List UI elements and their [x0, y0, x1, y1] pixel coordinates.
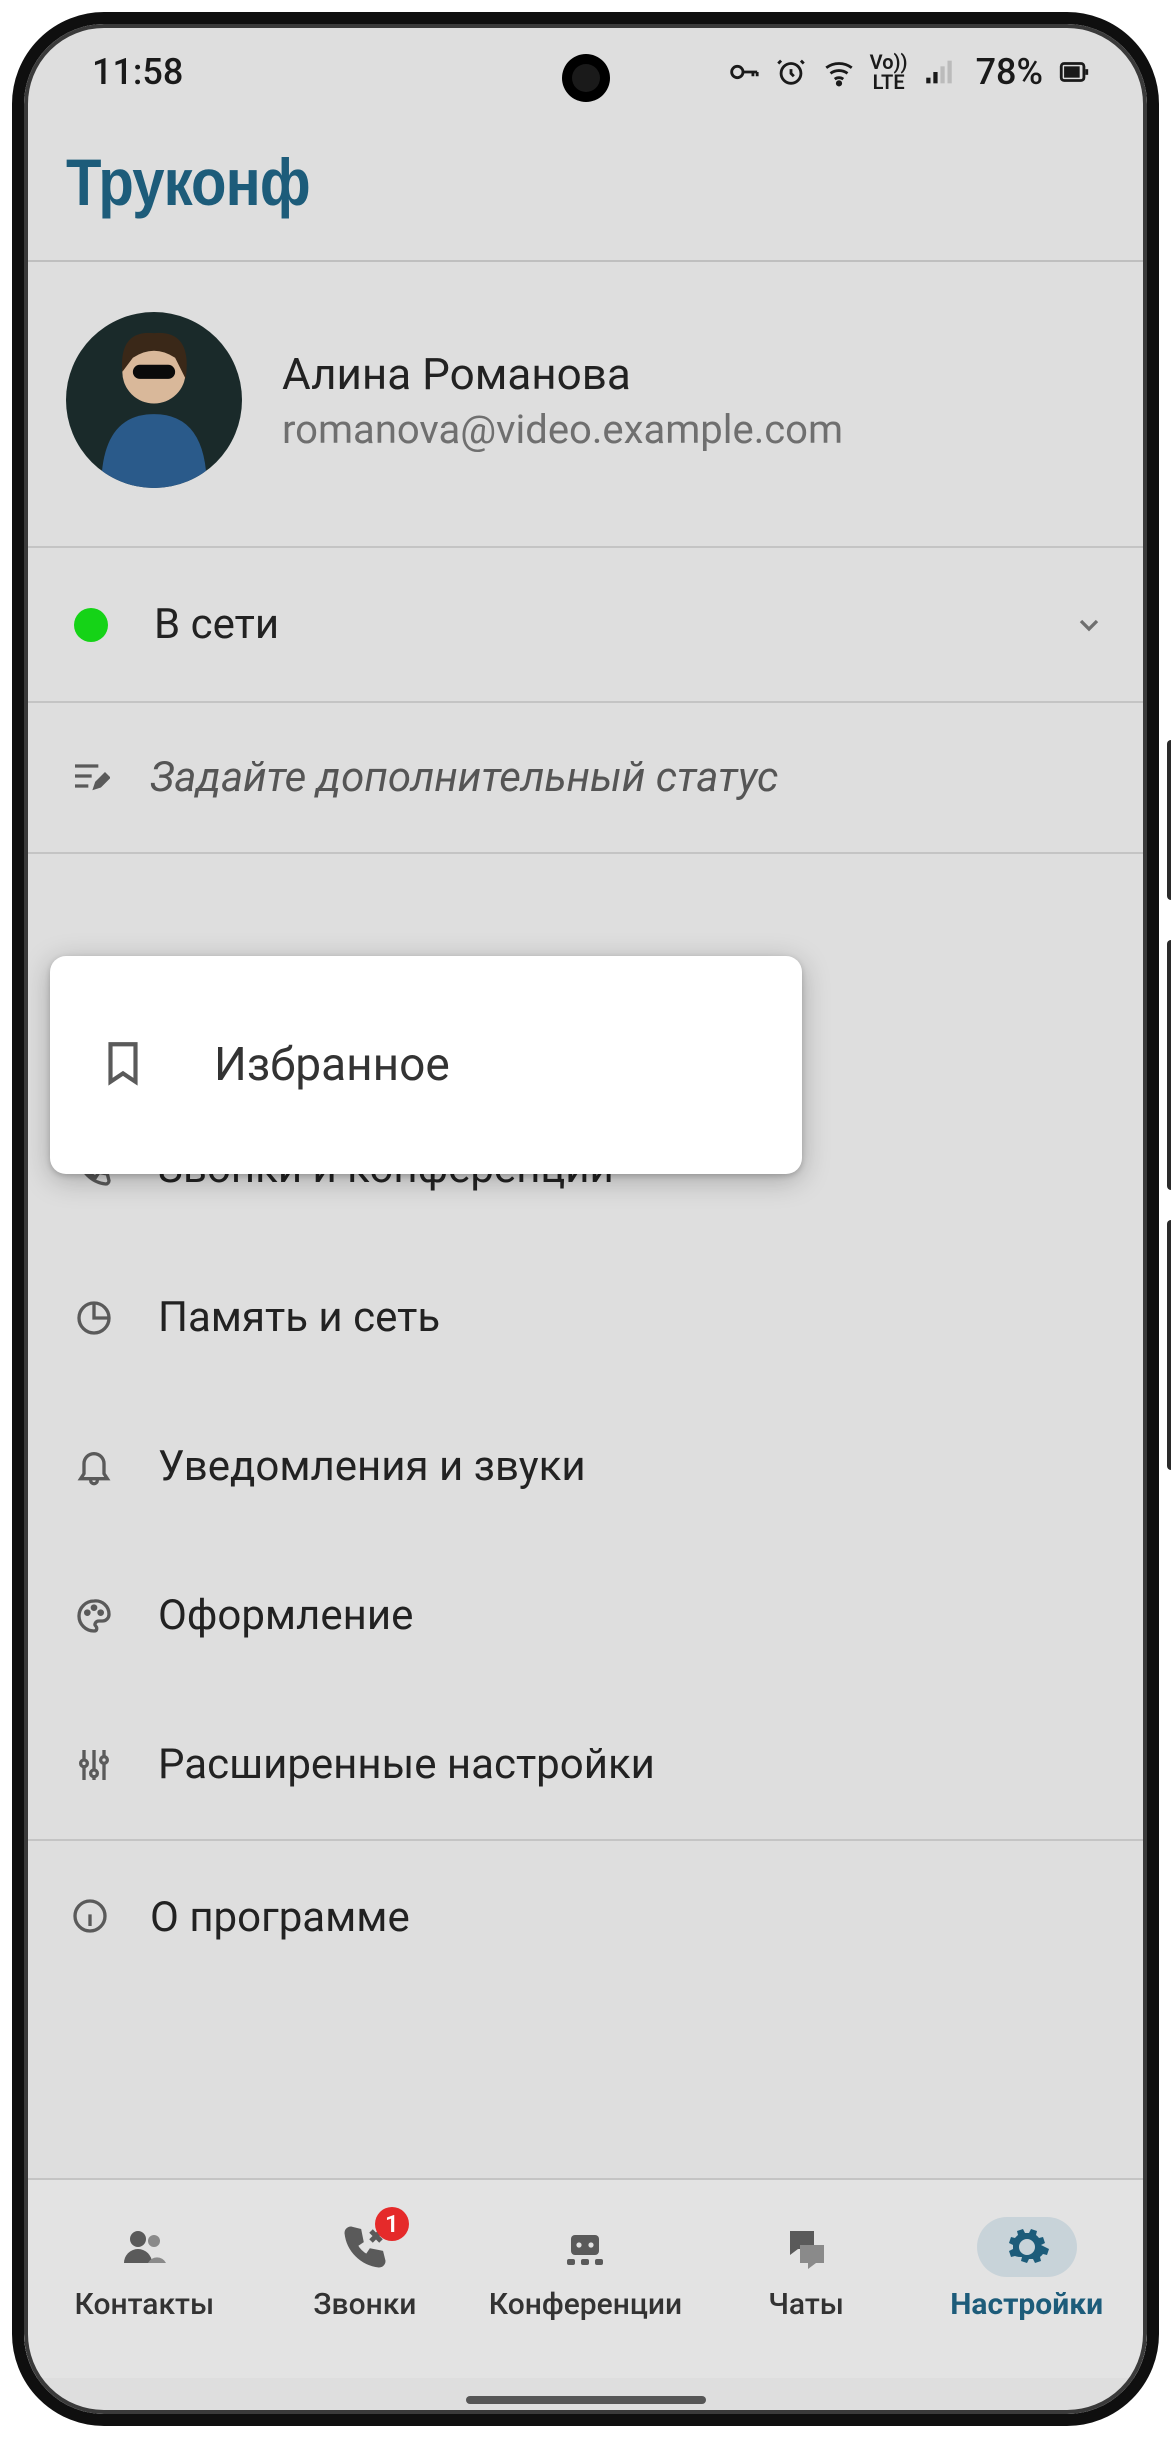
settings-item-notifications[interactable]: Уведомления и звуки	[24, 1392, 1147, 1541]
sliders-icon	[70, 1745, 118, 1785]
presence-row[interactable]: В сети	[24, 548, 1147, 703]
favorites-label: Избранное	[214, 1038, 450, 1092]
profile-email: romanova@video.example.com	[282, 406, 843, 453]
settings-item-memory[interactable]: Память и сеть	[24, 1243, 1147, 1392]
nav-label: Настройки	[950, 2287, 1103, 2322]
nav-label: Конференции	[489, 2287, 682, 2322]
extra-status-placeholder: Задайте дополнительный статус	[150, 753, 778, 802]
settings-item-label: Память и сеть	[158, 1293, 440, 1342]
palette-icon	[70, 1596, 118, 1636]
about-row[interactable]: О программе	[24, 1841, 1147, 1994]
alarm-icon	[774, 55, 808, 89]
nav-chats[interactable]: Чаты	[696, 2217, 917, 2322]
avatar[interactable]	[66, 312, 242, 488]
bell-icon	[70, 1447, 118, 1487]
settings-item-appearance[interactable]: Оформление	[24, 1541, 1147, 1690]
battery-text: 78%	[976, 51, 1043, 93]
nav-conferences[interactable]: Конференции	[475, 2217, 696, 2322]
edit-lines-icon	[70, 756, 110, 800]
status-icons: Vo))LTE 78%	[726, 51, 1091, 93]
nav-settings[interactable]: Настройки	[916, 2217, 1137, 2322]
contacts-icon	[120, 2223, 168, 2271]
profile-row[interactable]: Алина Романова romanova@video.example.co…	[24, 262, 1147, 548]
device-frame: 11:58 Vo))LTE 78% Труконф Алина Романов	[12, 12, 1159, 2426]
side-button	[1167, 1220, 1171, 1470]
side-button	[1167, 940, 1171, 1190]
settings-item-label: Уведомления и звуки	[158, 1442, 586, 1491]
extra-status-row[interactable]: Задайте дополнительный статус	[24, 703, 1147, 854]
nav-label: Контакты	[75, 2287, 215, 2322]
wifi-icon	[822, 55, 856, 89]
favorites-card[interactable]: Избранное	[50, 956, 802, 1174]
chevron-down-icon	[1073, 609, 1105, 641]
presence-online-icon	[74, 608, 108, 642]
status-time: 11:58	[92, 51, 183, 93]
nav-label: Чаты	[768, 2287, 844, 2322]
battery-icon	[1057, 55, 1091, 89]
signal-icon	[922, 55, 956, 89]
chats-icon	[782, 2223, 830, 2271]
gear-icon	[1003, 2223, 1051, 2271]
nav-calls[interactable]: 1 Звонки	[255, 2217, 476, 2322]
nav-label: Звонки	[313, 2287, 416, 2322]
front-camera	[562, 54, 610, 102]
bottom-navbar: Контакты 1 Звонки Конференции Чаты Н	[24, 2178, 1147, 2378]
profile-name: Алина Романова	[282, 348, 843, 400]
calls-badge: 1	[375, 2207, 409, 2241]
settings-item-label: Оформление	[158, 1591, 413, 1640]
volte-icon: Vo))LTE	[870, 52, 908, 92]
presence-status-label: В сети	[154, 600, 1027, 649]
app-title: Труконф	[66, 144, 980, 220]
info-icon	[70, 1896, 110, 1940]
home-indicator[interactable]	[466, 2396, 706, 2404]
conferences-icon	[561, 2223, 609, 2271]
pie-chart-icon	[70, 1298, 118, 1338]
bookmark-icon	[98, 1038, 148, 1092]
nav-contacts[interactable]: Контакты	[34, 2217, 255, 2322]
about-label: О программе	[150, 1893, 410, 1942]
settings-item-label: Расширенные настройки	[158, 1740, 655, 1789]
settings-item-advanced[interactable]: Расширенные настройки	[24, 1690, 1147, 1839]
side-button	[1167, 740, 1171, 900]
vpn-key-icon	[726, 55, 760, 89]
